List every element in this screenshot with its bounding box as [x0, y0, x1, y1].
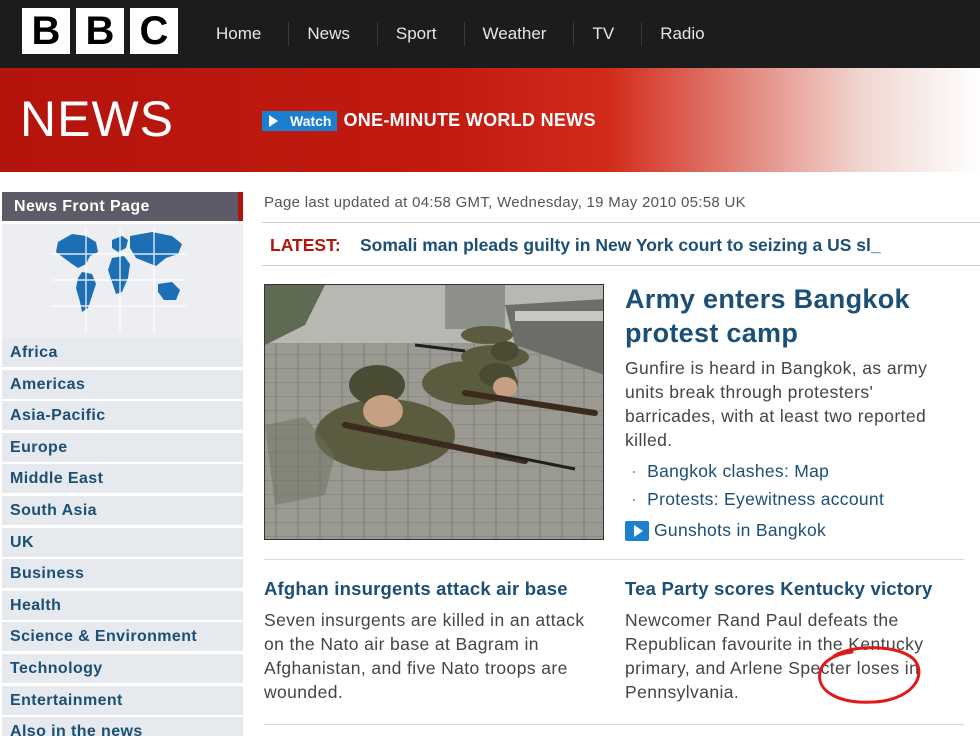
- story-summary-tea-party: Newcomer Rand Paul defeats the Republica…: [625, 610, 924, 702]
- latest-ticker[interactable]: LATEST: Somali man pleads guilty in New …: [262, 222, 980, 266]
- sidebar: News Front Page Africa Americas Asia-Pac…: [2, 192, 243, 736]
- sidebar-item-uk[interactable]: UK: [2, 527, 243, 557]
- nav-tv[interactable]: TV: [574, 22, 643, 46]
- logo-letter: B: [76, 8, 124, 54]
- top-story-summary: Gunfire is heard in Bangkok, as army uni…: [625, 358, 928, 450]
- sidebar-item-americas[interactable]: Americas: [2, 369, 243, 399]
- nav-news[interactable]: News: [289, 22, 378, 46]
- divider: [264, 724, 964, 725]
- bullet: ·: [631, 489, 638, 509]
- logo-letter: B: [22, 8, 70, 54]
- sidebar-item-also-in-the-news[interactable]: Also in the news: [2, 717, 243, 736]
- story-headline-tea-party[interactable]: Tea Party scores Kentucky victory: [625, 578, 933, 600]
- video-icon: [625, 520, 649, 541]
- top-story-headline[interactable]: Army enters Bangkok protest camp: [625, 282, 975, 350]
- story-summary-afghan: Seven insurgents are killed in an attack…: [264, 610, 585, 702]
- logo-letter: C: [130, 8, 178, 54]
- nav-weather[interactable]: Weather: [465, 22, 575, 46]
- sidebar-item-entertainment[interactable]: Entertainment: [2, 685, 243, 715]
- sidebar-item-south-asia[interactable]: South Asia: [2, 495, 243, 525]
- sidebar-item-middle-east[interactable]: Middle East: [2, 464, 243, 494]
- watch-title[interactable]: ONE-MINUTE WORLD NEWS: [343, 110, 595, 131]
- map-box: [2, 224, 243, 338]
- related-link-map[interactable]: · Bangkok clashes: Map: [631, 461, 829, 482]
- top-story-photo[interactable]: [264, 284, 604, 540]
- top-bar: B B C Home News Sport Weather TV Radio: [0, 0, 980, 68]
- nav-home[interactable]: Home: [198, 22, 290, 46]
- bullet: ·: [631, 461, 638, 481]
- divider: [264, 559, 964, 560]
- watch-label: Watch: [284, 110, 338, 131]
- latest-headline-link[interactable]: Somali man pleads guilty in New York cou…: [360, 235, 881, 256]
- sidebar-item-africa[interactable]: Africa: [2, 338, 243, 367]
- play-icon: [262, 110, 284, 131]
- latest-label: LATEST:: [270, 235, 341, 255]
- sidebar-item-science-environment[interactable]: Science & Environment: [2, 622, 243, 652]
- sidebar-item-technology[interactable]: Technology: [2, 653, 243, 683]
- nav-sport[interactable]: Sport: [378, 22, 465, 46]
- related-link-label: Protests: Eyewitness account: [647, 489, 885, 509]
- sidebar-item-europe[interactable]: Europe: [2, 432, 243, 462]
- bbc-logo[interactable]: B B C: [22, 8, 178, 54]
- sidebar-item-business[interactable]: Business: [2, 559, 243, 589]
- nav-radio[interactable]: Radio: [642, 22, 731, 46]
- story-headline-afghan[interactable]: Afghan insurgents attack air base: [264, 578, 568, 600]
- watch-one-minute-link[interactable]: Watch ONE-MINUTE WORLD NEWS: [262, 110, 596, 131]
- top-nav: Home News Sport Weather TV Radio: [198, 0, 732, 68]
- sidebar-item-health[interactable]: Health: [2, 590, 243, 620]
- watch-badge[interactable]: Watch: [262, 110, 338, 131]
- video-link-gunshots[interactable]: Gunshots in Bangkok: [625, 520, 826, 541]
- news-banner: NEWS Watch ONE-MINUTE WORLD NEWS: [0, 68, 980, 172]
- world-map-icon[interactable]: [52, 228, 187, 332]
- news-title[interactable]: NEWS: [20, 90, 174, 148]
- video-link-label: Gunshots in Bangkok: [654, 520, 827, 540]
- related-link-eyewitness[interactable]: · Protests: Eyewitness account: [631, 489, 884, 510]
- sidebar-item-asia-pacific[interactable]: Asia-Pacific: [2, 401, 243, 431]
- soldiers-photo-illustration: [265, 285, 603, 539]
- last-updated-text: Page last updated at 04:58 GMT, Wednesda…: [264, 194, 746, 211]
- related-link-label: Bangkok clashes: Map: [647, 461, 830, 481]
- sidebar-heading[interactable]: News Front Page: [2, 192, 243, 221]
